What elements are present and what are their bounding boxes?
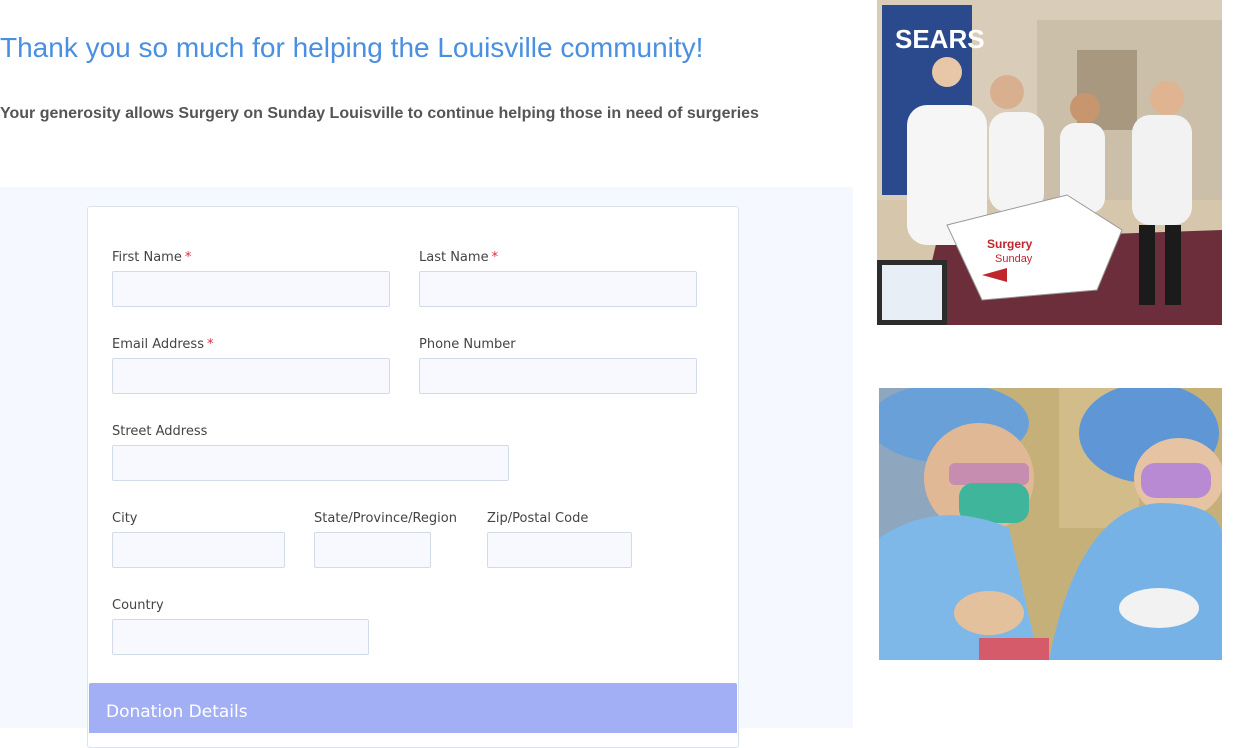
first-name-label: First Name * (112, 250, 192, 265)
donation-details-title: Donation Details (106, 702, 248, 722)
zip-label: Zip/Postal Code (487, 511, 589, 526)
page-subheading: Your generosity allows Surgery on Sunday… (0, 105, 759, 122)
required-asterisk: * (491, 250, 499, 265)
zip-input[interactable] (487, 532, 632, 568)
sears-sign-text: SEARS (895, 24, 985, 54)
phone-label: Phone Number (419, 337, 516, 352)
last-name-label: Last Name * (419, 250, 499, 265)
donation-details-section[interactable]: Donation Details (89, 683, 737, 733)
required-asterisk: * (184, 250, 192, 265)
page-heading: Thank you so much for helping the Louisv… (0, 32, 704, 63)
city-input[interactable] (112, 532, 285, 568)
country-label: Country (112, 598, 164, 613)
volunteers-photo: SEARS Surgery Sunday (877, 0, 1222, 325)
phone-input[interactable] (419, 358, 697, 394)
email-label: Email Address * (112, 337, 214, 352)
first-name-input[interactable] (112, 271, 390, 307)
surgeons-photo (879, 388, 1222, 660)
last-name-input[interactable] (419, 271, 697, 307)
state-input[interactable] (314, 532, 431, 568)
city-label: City (112, 511, 138, 526)
street-label: Street Address (112, 424, 208, 439)
street-input[interactable] (112, 445, 509, 481)
box-logo-text: Surgery (987, 237, 1033, 251)
country-input[interactable] (112, 619, 369, 655)
required-asterisk: * (206, 337, 214, 352)
box-logo-text-2: Sunday (995, 253, 1033, 265)
email-input[interactable] (112, 358, 390, 394)
state-label: State/Province/Region (314, 511, 457, 526)
